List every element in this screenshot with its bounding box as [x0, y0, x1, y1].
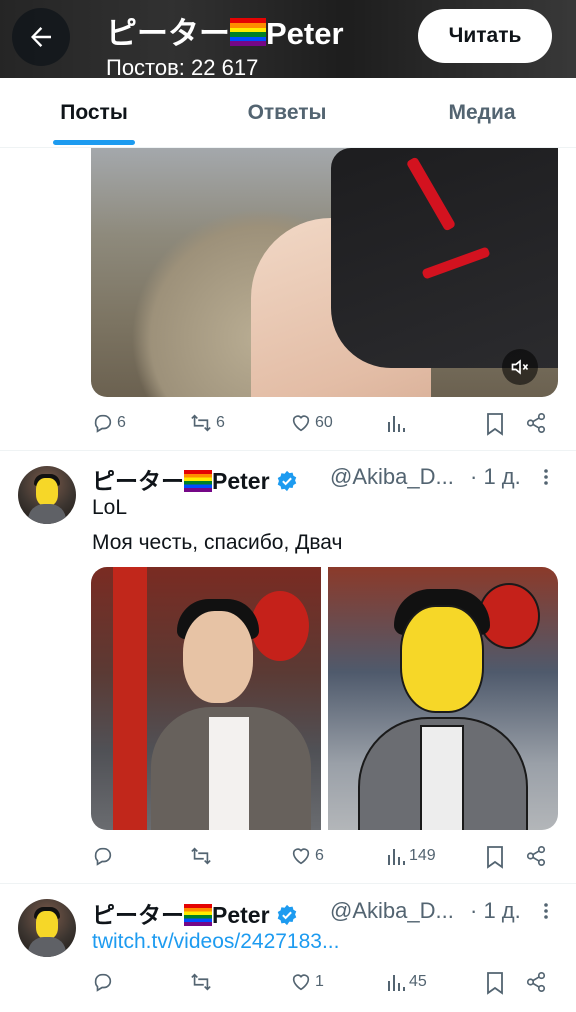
retweet-icon — [191, 847, 211, 865]
rainbow-flag-icon — [184, 470, 212, 498]
reply-button[interactable] — [92, 971, 117, 993]
avatar[interactable] — [18, 899, 76, 957]
views-count: 149 — [409, 847, 436, 864]
like-icon — [292, 848, 310, 865]
share-icon — [526, 846, 546, 866]
like-icon — [292, 415, 310, 432]
tweet-author-handle[interactable]: @Akiba_D... — [330, 464, 454, 490]
retweet-button[interactable] — [189, 971, 216, 993]
share-button[interactable] — [525, 971, 547, 993]
views-icon — [388, 975, 405, 991]
share-button[interactable] — [525, 412, 547, 434]
tweet-text-line: Моя честь, спасибо, Двач — [92, 531, 343, 554]
author-name-suffix: Peter — [212, 902, 270, 928]
back-button[interactable] — [12, 8, 70, 66]
header-name-text: ピーター — [106, 16, 230, 51]
reply-button[interactable]: 6 — [92, 412, 126, 434]
active-tab-indicator — [53, 140, 135, 145]
mute-icon — [511, 359, 529, 375]
back-arrow-icon — [31, 27, 51, 47]
tweet-timestamp[interactable]: · 1 д. — [470, 898, 521, 924]
tweet-link[interactable]: twitch.tv/videos/2427183... — [92, 930, 339, 954]
reply-button[interactable] — [92, 845, 117, 867]
bookmark-icon — [487, 413, 503, 436]
tweet-author-name[interactable]: ピーター Peter — [92, 896, 298, 932]
reply-icon — [94, 973, 112, 992]
views-icon — [388, 849, 405, 865]
posts-count: Постов: 22 617 — [106, 55, 259, 78]
retweet-button[interactable] — [189, 845, 216, 867]
like-button[interactable]: 1 — [290, 971, 324, 993]
like-icon — [292, 974, 310, 991]
like-button[interactable]: 6 — [290, 845, 324, 867]
verified-badge-icon — [276, 904, 298, 932]
tweet-image-cartoon[interactable] — [328, 567, 558, 830]
tweet-divider — [0, 883, 576, 884]
views-count: 45 — [409, 973, 427, 990]
author-name-suffix: Peter — [212, 468, 270, 494]
rainbow-flag-icon — [230, 18, 266, 54]
retweet-count: 6 — [216, 414, 225, 431]
header-name-suffix: Peter — [266, 16, 344, 51]
header-profile-name: ピーター Peter — [106, 8, 344, 54]
retweet-icon — [191, 414, 211, 432]
avatar[interactable] — [18, 466, 76, 524]
views-button[interactable] — [386, 412, 409, 434]
share-icon — [526, 972, 546, 992]
bookmark-icon — [487, 846, 503, 869]
follow-button[interactable]: Читать — [418, 9, 552, 63]
tab-media[interactable]: Медиа — [414, 78, 550, 148]
share-icon — [526, 413, 546, 433]
verified-badge-icon — [276, 470, 298, 498]
tweet-timestamp[interactable]: · 1 д. — [470, 464, 521, 490]
more-icon — [544, 903, 548, 919]
tweet-text-line: LoL — [92, 496, 128, 519]
more-button[interactable] — [538, 466, 554, 493]
share-button[interactable] — [525, 845, 547, 867]
views-icon — [388, 416, 405, 432]
author-name-text: ピーター — [92, 468, 184, 494]
more-button[interactable] — [538, 900, 554, 927]
reply-icon — [94, 847, 112, 866]
retweet-icon — [191, 973, 211, 991]
tab-posts[interactable]: Посты — [30, 78, 158, 148]
more-icon — [544, 469, 548, 485]
profile-tabs: Посты Ответы Медиа — [0, 78, 576, 148]
author-name-text: ピーター — [92, 902, 184, 928]
tab-replies[interactable]: Ответы — [222, 78, 352, 148]
tweet-image-photo[interactable] — [91, 567, 321, 830]
bookmark-button[interactable] — [485, 845, 505, 869]
tweet-divider — [0, 450, 576, 451]
views-button[interactable]: 45 — [386, 971, 427, 993]
rainbow-flag-icon — [184, 904, 212, 932]
tweet-author-name[interactable]: ピーター Peter — [92, 462, 298, 498]
reply-count: 6 — [117, 414, 126, 431]
like-count: 60 — [315, 414, 333, 431]
retweet-button[interactable]: 6 — [189, 412, 225, 434]
tweet-author-handle[interactable]: @Akiba_D... — [330, 898, 454, 924]
reply-icon — [94, 414, 112, 433]
mute-button[interactable] — [502, 349, 538, 385]
like-button[interactable]: 60 — [290, 412, 333, 434]
bookmark-button[interactable] — [485, 971, 505, 995]
like-count: 6 — [315, 847, 324, 864]
tweet-video[interactable] — [91, 148, 558, 397]
bookmark-button[interactable] — [485, 412, 505, 436]
views-button[interactable]: 149 — [386, 845, 436, 867]
like-count: 1 — [315, 973, 324, 990]
profile-header: ピーター Peter Постов: 22 617 Читать — [0, 0, 576, 78]
bookmark-icon — [487, 972, 503, 995]
